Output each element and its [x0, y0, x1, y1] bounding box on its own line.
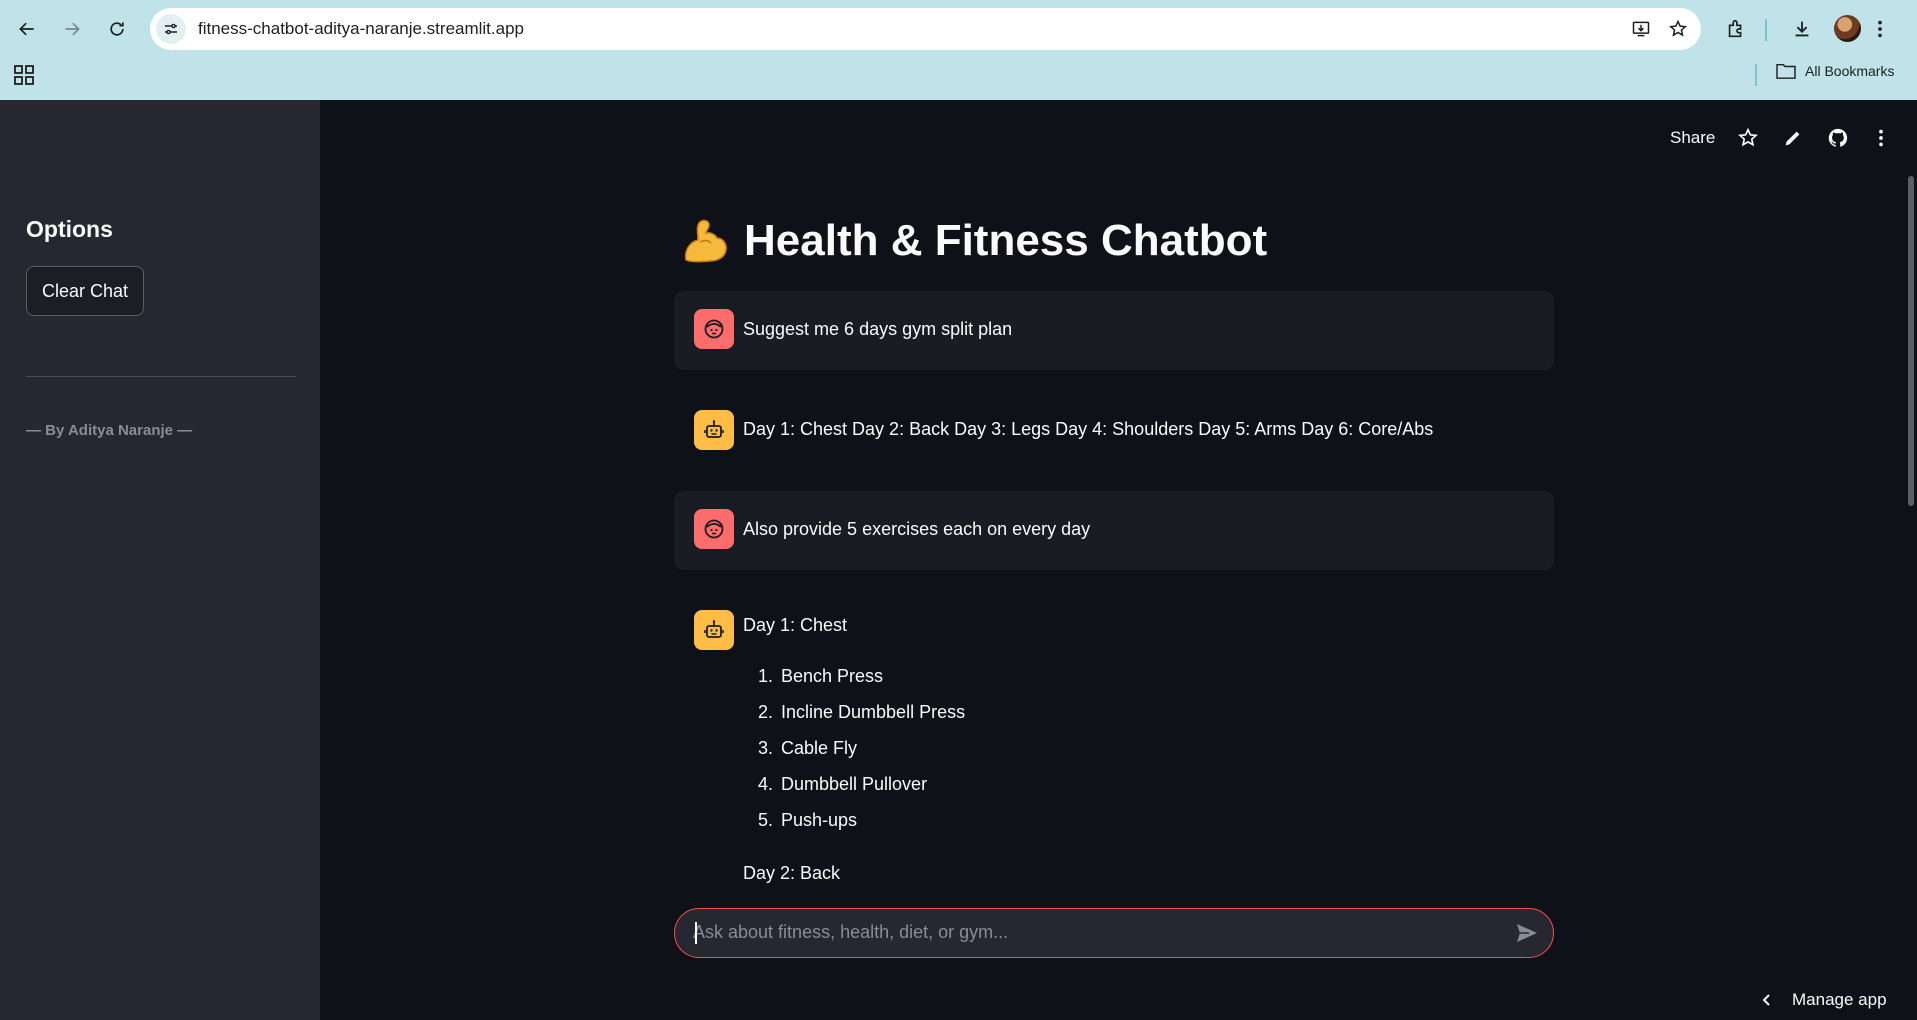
message-next-heading: Day 2: Back: [743, 863, 841, 883]
downloads-button[interactable]: [1785, 12, 1819, 46]
sidebar: Options Clear Chat — By Aditya Naranje —: [0, 100, 320, 1020]
url-text[interactable]: fitness-chatbot-aditya-naranje.streamlit…: [198, 19, 524, 39]
page-title-text: Health & Fitness Chatbot: [744, 216, 1268, 265]
message-text: Day 1: Chest Day 2: Back Day 3: Legs Day…: [743, 419, 1434, 439]
list-item: 1. Bench Press: [757, 666, 884, 686]
message-text: Also provide 5 exercises each on every d…: [743, 519, 1091, 539]
send-icon: [1517, 924, 1537, 942]
list-item: 5. Push-ups: [757, 810, 858, 830]
list-item: 2. Incline Dumbbell Press: [757, 702, 966, 722]
robot-icon: [704, 420, 724, 438]
chevron-left-icon: [1762, 994, 1770, 1006]
assistant-avatar: [694, 410, 734, 450]
toolbar-divider: [1765, 19, 1767, 41]
back-button[interactable]: [10, 12, 44, 46]
chat-message-assistant: Day 1: Chest Day 2: Back Day 3: Legs Day…: [674, 391, 1554, 470]
github-button[interactable]: [1824, 124, 1852, 152]
message-text: Suggest me 6 days gym split plan: [743, 319, 1013, 339]
sidebar-divider: [26, 376, 296, 377]
forward-icon: [65, 22, 80, 36]
chat-message-user: Suggest me 6 days gym split plan: [674, 291, 1554, 370]
star-icon: [1738, 127, 1758, 147]
browser-toolbar: fitness-chatbot-aditya-naranje.streamlit…: [0, 0, 1917, 100]
message-heading: Day 1: Chest: [743, 615, 848, 635]
bookmark-star-button[interactable]: [1665, 16, 1691, 42]
user-avatar: [694, 509, 734, 549]
extensions-icon: [1728, 19, 1742, 38]
chat-input[interactable]: [693, 909, 1473, 956]
bookmarks-divider: [1755, 64, 1757, 86]
clear-chat-button[interactable]: Clear Chat: [26, 266, 144, 316]
send-button[interactable]: [1513, 919, 1541, 947]
scrollbar[interactable]: [1908, 176, 1914, 506]
flexed-biceps-icon: [684, 219, 727, 263]
reload-icon: [110, 22, 124, 36]
chat-message-user: Also provide 5 exercises each on every d…: [674, 491, 1554, 570]
robot-icon: [704, 620, 724, 638]
apps-icon[interactable]: [12, 63, 36, 87]
star-icon: [1668, 19, 1688, 37]
manage-app-label: Manage app: [1792, 990, 1887, 1009]
page-title: Health & Fitness Chatbot: [680, 216, 1267, 266]
profile-avatar[interactable]: [1834, 15, 1861, 42]
download-icon: [1795, 21, 1809, 37]
list-item: 4. Dumbbell Pullover: [757, 774, 928, 794]
browser-menu-button[interactable]: [1863, 12, 1897, 46]
back-icon: [19, 22, 34, 36]
chat-input-container: [674, 908, 1554, 958]
extensions-button[interactable]: [1719, 12, 1753, 46]
more-icon: [1878, 20, 1882, 38]
install-app-icon: [1632, 21, 1650, 37]
more-icon: [1879, 129, 1883, 147]
all-bookmarks-label: All Bookmarks: [1805, 63, 1895, 79]
sidebar-title: Options: [26, 216, 113, 242]
list-item: 3. Cable Fly: [757, 738, 858, 758]
user-face-icon: [704, 319, 724, 339]
edit-button[interactable]: [1779, 124, 1807, 152]
address-bar[interactable]: fitness-chatbot-aditya-naranje.streamlit…: [150, 8, 1701, 50]
site-info-icon: [165, 23, 177, 35]
manage-app-button[interactable]: Manage app: [1760, 990, 1887, 1010]
install-app-button[interactable]: [1628, 16, 1654, 42]
edit-icon: [1785, 131, 1800, 146]
forward-button[interactable]: [55, 12, 89, 46]
share-button[interactable]: Share: [1670, 128, 1715, 148]
user-face-icon: [704, 519, 724, 539]
user-avatar: [694, 309, 734, 349]
main-menu-button[interactable]: [1867, 124, 1895, 152]
assistant-avatar: [694, 610, 734, 650]
site-info-button[interactable]: [156, 14, 186, 44]
all-bookmarks-button[interactable]: All Bookmarks: [1775, 62, 1894, 80]
favorite-button[interactable]: [1734, 124, 1762, 152]
text-caret: [695, 922, 697, 944]
github-icon: [1828, 128, 1848, 147]
reload-button[interactable]: [100, 12, 134, 46]
folder-icon: [1776, 63, 1796, 79]
sidebar-credit: — By Aditya Naranje —: [26, 422, 193, 439]
